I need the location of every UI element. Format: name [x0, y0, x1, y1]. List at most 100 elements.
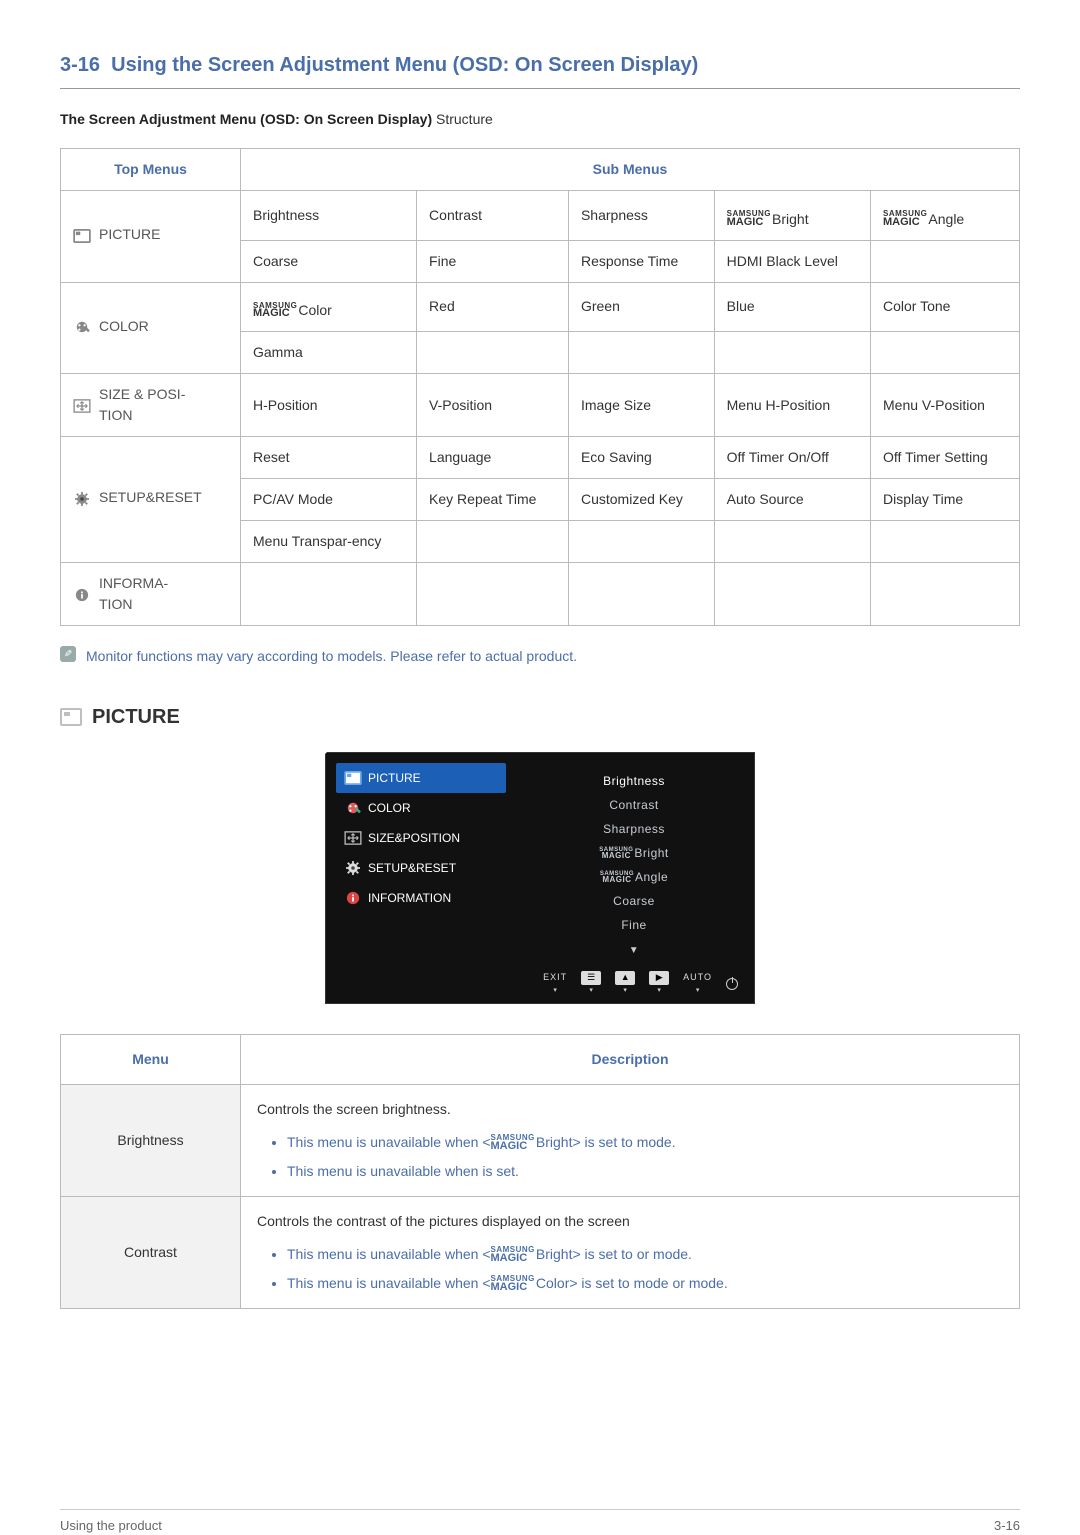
osd-power-icon	[726, 978, 738, 990]
sub-menu-cell: V-Position	[417, 374, 569, 437]
sub-menu-cell: Red	[417, 282, 569, 332]
picture-icon	[60, 708, 82, 726]
sub-menu-cell: Off Timer Setting	[871, 437, 1020, 479]
sub-menu-cell	[714, 563, 870, 626]
osd-submenu-item[interactable]: Fine	[524, 913, 744, 937]
structure-bold: The Screen Adjustment Menu (OSD: On Scre…	[60, 111, 432, 127]
setup-icon	[344, 861, 360, 875]
section-title: 3-16 Using the Screen Adjustment Menu (O…	[60, 50, 1020, 80]
structure-rest: Structure	[432, 111, 493, 127]
samsung-magic-wordmark: SAMSUNGMAGIC	[491, 1276, 535, 1292]
top-menu-label: INFORMA-TION	[99, 573, 168, 615]
sub-menu-cell	[417, 332, 569, 374]
osd-menu-item[interactable]: SETUP&RESET	[336, 853, 506, 883]
sub-menu-cell	[241, 563, 417, 626]
top-menu-cell: SIZE & POSI-TION	[61, 374, 241, 437]
sub-menu-cell: SAMSUNGMAGICAngle	[871, 191, 1020, 241]
sub-menu-cell: Key Repeat Time	[417, 479, 569, 521]
osd-submenu-item[interactable]: Coarse	[524, 889, 744, 913]
footer-left: Using the product	[60, 1516, 162, 1535]
desc-bullet: This menu is unavailable when <SAMSUNGMA…	[287, 1132, 676, 1153]
sub-menu-cell: Customized Key	[568, 479, 714, 521]
table-row: PICTUREBrightnessContrastSharpnessSAMSUN…	[61, 191, 1020, 241]
sub-menu-cell: SAMSUNGMAGICColor	[241, 282, 417, 332]
osd-menu-label: SETUP&RESET	[368, 859, 456, 877]
picture-heading: PICTURE	[60, 702, 1020, 732]
top-menu-cell: INFORMA-TION	[61, 563, 241, 626]
sub-menu-cell: Auto Source	[714, 479, 870, 521]
info-icon	[73, 587, 91, 601]
structure-line: The Screen Adjustment Menu (OSD: On Scre…	[60, 109, 1020, 130]
osd-menu-item[interactable]: INFORMATION	[336, 883, 506, 913]
th-top-menus: Top Menus	[61, 149, 241, 191]
table-row: INFORMA-TION	[61, 563, 1020, 626]
sub-menu-cell: Display Time	[871, 479, 1020, 521]
section-title-text: Using the Screen Adjustment Menu (OSD: O…	[111, 54, 698, 76]
sub-menu-cell: Menu Transpar-ency	[241, 521, 417, 563]
setup-icon	[73, 491, 91, 505]
desc-bullet: This menu is unavailable when <SAMSUNGMA…	[287, 1273, 728, 1294]
osd-screenshot: PICTURE COLOR SIZE&POSITION SETUP&RESET INFO…	[60, 752, 1020, 1004]
sub-menu-cell: H-Position	[241, 374, 417, 437]
osd-menu-item[interactable]: SIZE&POSITION	[336, 823, 506, 853]
osd-menu-icon: ☰	[581, 971, 601, 985]
section-number: 3-16	[60, 54, 100, 76]
sub-menu-cell: Off Timer On/Off	[714, 437, 870, 479]
desc-menu-cell: Brightness	[61, 1084, 241, 1196]
color-icon	[344, 801, 360, 815]
title-underline	[60, 88, 1020, 89]
top-menu-cell: COLOR	[61, 282, 241, 374]
osd-exit-label: EXIT	[543, 971, 567, 985]
page-footer: Using the product 3-16	[60, 1509, 1020, 1535]
sub-menu-cell: Color Tone	[871, 282, 1020, 332]
sub-menu-cell	[871, 332, 1020, 374]
sub-menu-cell: Eco Saving	[568, 437, 714, 479]
desc-menu-cell: Contrast	[61, 1196, 241, 1308]
th-sub-menus: Sub Menus	[241, 149, 1020, 191]
sub-menu-cell: Sharpness	[568, 191, 714, 241]
top-menu-label: COLOR	[99, 316, 149, 337]
sub-menu-cell: Fine	[417, 240, 569, 282]
osd-menu-label: COLOR	[368, 799, 411, 817]
sub-menu-cell	[714, 521, 870, 563]
osd-menu-item[interactable]: PICTURE	[336, 763, 506, 793]
sub-menu-cell: Coarse	[241, 240, 417, 282]
size-icon	[73, 398, 91, 412]
sub-menu-cell	[871, 521, 1020, 563]
top-menu-label: SETUP&RESET	[99, 487, 202, 508]
th-menu: Menu	[61, 1034, 241, 1084]
sub-menu-cell: PC/AV Mode	[241, 479, 417, 521]
osd-submenu-item[interactable]: SAMSUNGMAGICAngle	[524, 865, 744, 889]
osd-auto-label: AUTO	[683, 971, 712, 985]
samsung-magic-wordmark: SAMSUNGMAGIC	[491, 1135, 535, 1151]
osd-submenu-item[interactable]: SAMSUNGMAGICBright	[524, 841, 744, 865]
osd-menu-label: SIZE&POSITION	[368, 829, 460, 847]
osd-up-icon: ▲	[615, 971, 635, 985]
table-row: SIZE & POSI-TIONH-PositionV-PositionImag…	[61, 374, 1020, 437]
osd-submenu-item[interactable]: Contrast	[524, 793, 744, 817]
osd-submenu-item[interactable]: Brightness	[524, 769, 744, 793]
picture-icon	[73, 228, 91, 242]
top-menu-cell: SETUP&RESET	[61, 437, 241, 563]
sub-menu-cell	[417, 521, 569, 563]
sub-menu-cell: Blue	[714, 282, 870, 332]
table-row: Brightness Controls the screen brightnes…	[61, 1084, 1020, 1196]
table-row: SETUP&RESETResetLanguageEco SavingOff Ti…	[61, 437, 1020, 479]
sub-menu-cell: Gamma	[241, 332, 417, 374]
desc-content-cell: Controls the contrast of the pictures di…	[241, 1196, 1020, 1308]
description-table: Menu Description Brightness Controls the…	[60, 1034, 1020, 1309]
sub-menu-cell	[568, 332, 714, 374]
sub-menu-cell: Contrast	[417, 191, 569, 241]
footer-right: 3-16	[994, 1516, 1020, 1535]
table-row: Contrast Controls the contrast of the pi…	[61, 1196, 1020, 1308]
note-text: Monitor functions may vary according to …	[86, 646, 577, 667]
osd-menu-item[interactable]: COLOR	[336, 793, 506, 823]
top-menu-label: PICTURE	[99, 224, 160, 245]
osd-down-icon: ▶	[649, 971, 669, 985]
table-row: COLORSAMSUNGMAGICColorRedGreenBlueColor …	[61, 282, 1020, 332]
osd-submenu-item[interactable]: Sharpness	[524, 817, 744, 841]
menu-structure-table: Top Menus Sub Menus PICTUREBrightnessCon…	[60, 148, 1020, 626]
sub-menu-cell	[871, 563, 1020, 626]
th-description: Description	[241, 1034, 1020, 1084]
pencil-note-icon	[60, 646, 76, 662]
